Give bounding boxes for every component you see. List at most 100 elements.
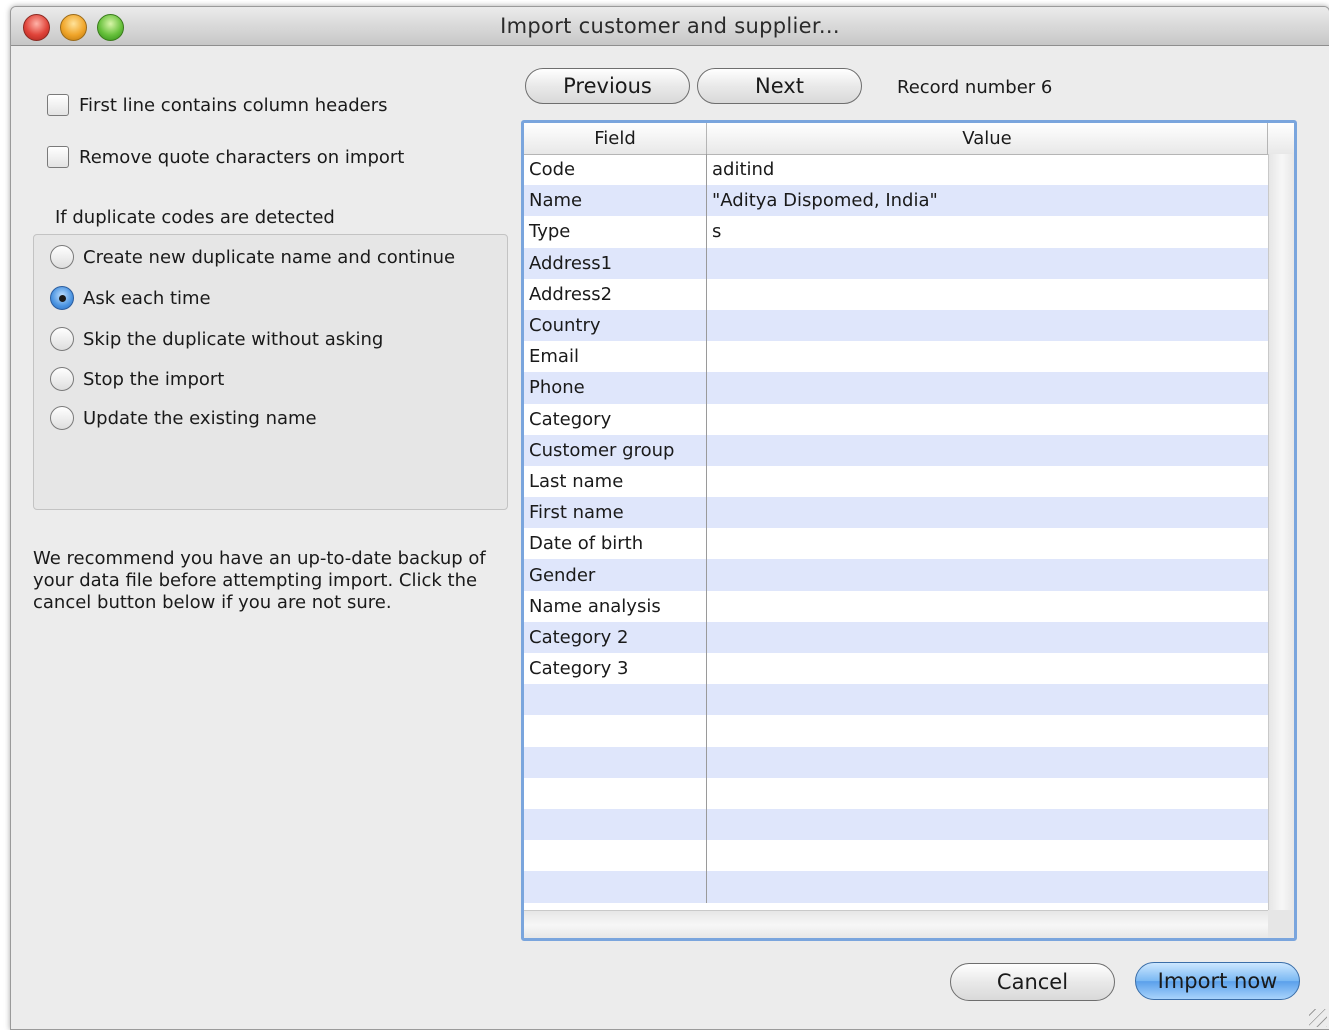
table-row[interactable] — [524, 808, 1268, 841]
value-cell[interactable] — [707, 310, 1268, 341]
radio-label: Ask each time — [83, 287, 211, 309]
radio-button[interactable] — [50, 327, 74, 351]
field-cell[interactable] — [524, 715, 707, 747]
next-button[interactable]: Next — [697, 68, 862, 104]
field-cell[interactable]: Address2 — [524, 278, 707, 310]
previous-button[interactable]: Previous — [525, 68, 690, 104]
field-cell[interactable] — [524, 871, 707, 903]
table-row[interactable]: Name analysis — [524, 590, 1268, 622]
value-cell[interactable] — [707, 653, 1268, 684]
value-cell[interactable] — [707, 341, 1268, 372]
table-row[interactable]: Type s — [524, 216, 1268, 248]
radio-button[interactable] — [50, 367, 74, 391]
horizontal-scrollbar[interactable] — [524, 910, 1268, 938]
field-cell[interactable]: Name analysis — [524, 590, 707, 622]
field-cell[interactable] — [524, 808, 707, 841]
field-cell[interactable] — [524, 746, 707, 778]
table-row[interactable] — [524, 746, 1268, 778]
table-row[interactable]: First name — [524, 497, 1268, 529]
value-cell[interactable] — [707, 279, 1268, 310]
field-cell[interactable]: Country — [524, 309, 707, 342]
radio-button-selected[interactable] — [50, 286, 74, 310]
duplicate-codes-heading: If duplicate codes are detected — [55, 207, 335, 228]
resize-grip-icon[interactable] — [1309, 1009, 1327, 1027]
radio-stop-import[interactable]: Stop the import — [50, 367, 224, 391]
table-row[interactable]: Phone — [524, 372, 1268, 404]
value-cell[interactable] — [707, 809, 1268, 840]
remove-quotes-option[interactable]: Remove quote characters on import — [47, 146, 404, 168]
field-cell[interactable]: Category — [524, 403, 707, 435]
table-row[interactable]: Category 3 — [524, 653, 1268, 685]
field-cell[interactable]: Type — [524, 216, 707, 248]
radio-skip-duplicate[interactable]: Skip the duplicate without asking — [50, 327, 383, 351]
table-row[interactable]: Code aditind — [524, 154, 1268, 186]
table-row[interactable]: Country — [524, 309, 1268, 342]
scroll-corner — [1268, 910, 1294, 938]
table-row[interactable]: Date of birth — [524, 528, 1268, 560]
first-line-headers-checkbox[interactable] — [47, 94, 69, 116]
field-cell[interactable]: Category 3 — [524, 653, 707, 685]
value-cell[interactable]: s — [707, 216, 1268, 247]
field-cell[interactable]: Address1 — [524, 247, 707, 279]
value-cell[interactable] — [707, 591, 1268, 622]
field-cell[interactable]: Date of birth — [524, 528, 707, 560]
table-row[interactable] — [524, 777, 1268, 809]
field-cell[interactable]: Name — [524, 185, 707, 217]
radio-update-existing[interactable]: Update the existing name — [50, 406, 317, 430]
field-cell[interactable] — [524, 684, 707, 716]
import-now-button[interactable]: Import now — [1135, 962, 1300, 1000]
table-row[interactable]: Category 2 — [524, 621, 1268, 653]
value-cell[interactable] — [707, 372, 1268, 403]
field-cell[interactable]: Category 2 — [524, 621, 707, 653]
radio-button[interactable] — [50, 245, 74, 269]
vertical-scrollbar[interactable] — [1268, 154, 1294, 910]
value-cell[interactable] — [707, 778, 1268, 809]
table-row[interactable] — [524, 840, 1268, 872]
value-cell[interactable] — [707, 871, 1268, 902]
value-cell[interactable] — [707, 684, 1268, 715]
radio-create-duplicate[interactable]: Create new duplicate name and continue — [50, 245, 455, 269]
column-header-value[interactable]: Value — [707, 123, 1268, 154]
cancel-button[interactable]: Cancel — [950, 963, 1115, 1001]
column-header-field[interactable]: Field — [524, 123, 707, 154]
title-bar[interactable]: Import customer and supplier... — [11, 7, 1329, 46]
value-cell[interactable] — [707, 840, 1268, 871]
table-row[interactable] — [524, 684, 1268, 716]
field-cell[interactable]: Customer group — [524, 434, 707, 466]
field-cell[interactable]: First name — [524, 497, 707, 529]
first-line-headers-option[interactable]: First line contains column headers — [47, 94, 388, 116]
value-cell[interactable] — [707, 497, 1268, 528]
value-cell[interactable] — [707, 248, 1268, 279]
table-row[interactable]: Email — [524, 341, 1268, 373]
radio-ask-each-time[interactable]: Ask each time — [50, 286, 211, 310]
value-cell[interactable] — [707, 715, 1268, 746]
field-cell[interactable]: Email — [524, 341, 707, 373]
remove-quotes-checkbox[interactable] — [47, 146, 69, 168]
field-cell[interactable]: Phone — [524, 372, 707, 404]
field-cell[interactable]: Code — [524, 154, 707, 186]
table-row[interactable]: Customer group — [524, 434, 1268, 466]
field-cell[interactable]: Gender — [524, 559, 707, 591]
value-cell[interactable] — [707, 466, 1268, 497]
table-row[interactable]: Address1 — [524, 247, 1268, 279]
field-cell[interactable] — [524, 777, 707, 809]
value-cell[interactable] — [707, 528, 1268, 559]
value-cell[interactable] — [707, 404, 1268, 435]
table-row[interactable]: Gender — [524, 559, 1268, 591]
value-cell[interactable] — [707, 559, 1268, 590]
value-cell[interactable] — [707, 622, 1268, 653]
record-table[interactable]: Field Value Code aditind Name "Aditya Dispo… — [521, 120, 1297, 941]
table-row[interactable] — [524, 715, 1268, 747]
table-row[interactable]: Last name — [524, 465, 1268, 498]
table-row[interactable]: Address2 — [524, 278, 1268, 310]
value-cell[interactable] — [707, 435, 1268, 466]
radio-button[interactable] — [50, 406, 74, 430]
field-cell[interactable]: Last name — [524, 465, 707, 498]
value-cell[interactable] — [707, 747, 1268, 778]
table-row[interactable]: Name "Aditya Dispomed, India" — [524, 185, 1268, 217]
table-row[interactable]: Category — [524, 403, 1268, 435]
field-cell[interactable] — [524, 840, 707, 872]
value-cell[interactable]: "Aditya Dispomed, India" — [707, 185, 1268, 216]
table-row[interactable] — [524, 871, 1268, 903]
value-cell[interactable]: aditind — [707, 154, 1268, 185]
